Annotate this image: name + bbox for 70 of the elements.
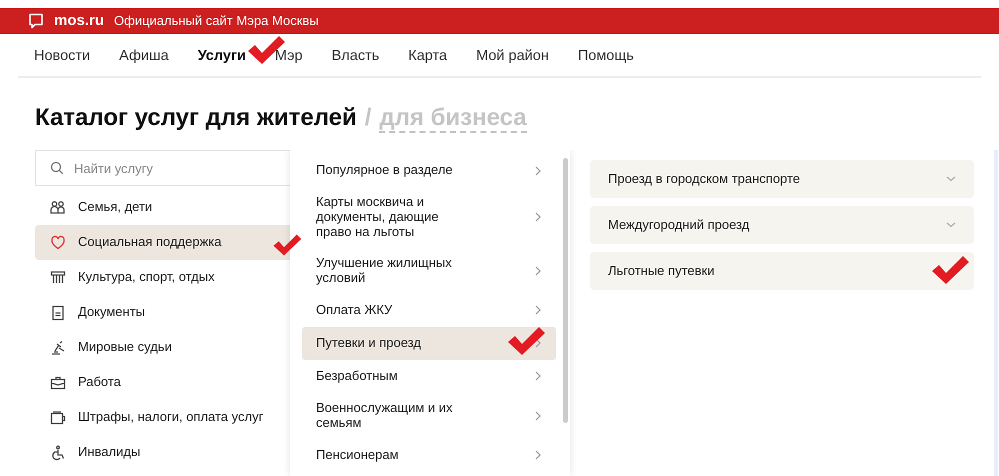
subcategory-item[interactable]: Карты москвича и документы, дающие право на льготы: [302, 187, 556, 248]
subcategory-item[interactable]: Путевки и проезд: [302, 326, 556, 360]
service-label: Междугородний проезд: [608, 216, 750, 234]
subcategory-label: Пенсионерам: [316, 448, 400, 463]
nav-link[interactable]: Власть: [332, 46, 380, 68]
chevron-right-icon: [535, 305, 542, 316]
nav-link[interactable]: Помощь: [578, 46, 634, 68]
subcategory-label: Военнослужащим и их семьям: [316, 400, 454, 431]
chevron-right-icon: [535, 212, 542, 222]
page-title: Каталог услуг для жителей: [35, 103, 357, 133]
site-tagline: Официальный сайт Мэра Москвы: [114, 12, 319, 30]
chevron-right-icon: [535, 371, 542, 382]
wallet-icon: [50, 410, 66, 426]
subcategory-label: Оплата ЖКУ: [316, 302, 394, 318]
chevron-right-icon: [535, 338, 542, 348]
scrollbar[interactable]: [563, 158, 568, 423]
nav-link[interactable]: Новости: [34, 46, 90, 68]
chat-icon: [28, 13, 44, 29]
nav-link[interactable]: Афиша: [119, 46, 169, 68]
site-logo[interactable]: mos.ru: [54, 10, 104, 32]
category-label: Мировые судьи: [78, 339, 172, 355]
category-label: Работа: [78, 374, 121, 390]
nav-link[interactable]: Карта: [408, 46, 448, 68]
category-label: Штрафы, налоги, оплата услуг: [78, 409, 264, 425]
category-label: Социальная поддержка: [78, 234, 222, 250]
subcategory-label: Путевки и проезд: [316, 336, 422, 351]
family-icon: [50, 200, 66, 216]
category-item[interactable]: Документы: [35, 295, 290, 330]
category-label: Культура, спорт, отдых: [78, 269, 215, 285]
service-item[interactable]: Проезд в городском транспорте: [590, 160, 974, 198]
title-separator: /: [364, 103, 372, 133]
search-icon: [50, 161, 64, 175]
category-label: Документы: [78, 304, 146, 320]
wheelchair-icon: [50, 445, 66, 461]
service-label: Проезд в городском транспорте: [608, 170, 800, 188]
columns-icon: [50, 270, 66, 286]
chevron-right-icon: [535, 166, 542, 176]
category-label: Семья, дети: [78, 199, 152, 215]
gavel-icon: [50, 340, 66, 356]
subcategory-item[interactable]: Популярное в разделе: [302, 154, 556, 187]
subcategory-item[interactable]: Безработным: [302, 360, 556, 393]
chevron-right-icon: [535, 410, 542, 421]
subcategory-label: Карты москвича и документы, дающие право на льготы: [316, 195, 440, 240]
subcategory-item[interactable]: Военнослужащим и их семьям: [302, 392, 556, 439]
subcategory-label: Улучшение жилищных условий: [316, 256, 453, 286]
category-item[interactable]: Работа: [35, 365, 290, 400]
subcategory-label: Безработным: [316, 368, 399, 384]
nav-link[interactable]: Услуги: [198, 46, 246, 68]
briefcase-icon: [50, 375, 66, 391]
service-item[interactable]: Междугородний проезд: [590, 206, 974, 244]
category-item[interactable]: Социальная поддержка: [35, 225, 290, 260]
heart-icon: [50, 235, 66, 251]
chevron-right-icon: [535, 266, 542, 276]
service-label: Льготные путевки: [608, 262, 714, 280]
subcategory-item[interactable]: Улучшение жилищных условий: [302, 248, 556, 294]
nav-link[interactable]: Мой район: [476, 46, 549, 68]
category-item[interactable]: Мировые судьи: [35, 330, 290, 365]
subcategory-label: Популярное в разделе: [316, 163, 454, 178]
nav-link[interactable]: Мэр: [274, 46, 303, 68]
category-item[interactable]: Семья, дети: [35, 190, 290, 225]
subcategory-item[interactable]: Пенсионерам: [302, 438, 556, 472]
category-label: Инвалиды: [78, 444, 140, 460]
category-item[interactable]: Штрафы, налоги, оплата услуг: [35, 400, 290, 435]
search-field[interactable]: Найти услугу: [35, 150, 290, 186]
category-item[interactable]: Инвалиды: [35, 435, 290, 470]
chevron-right-icon: [535, 450, 542, 460]
subcategory-item[interactable]: Оплата ЖКУ: [302, 294, 556, 327]
service-item[interactable]: Льготные путевки: [590, 252, 974, 290]
document-icon: [50, 305, 66, 321]
category-item[interactable]: Культура, спорт, отдых: [35, 260, 290, 295]
